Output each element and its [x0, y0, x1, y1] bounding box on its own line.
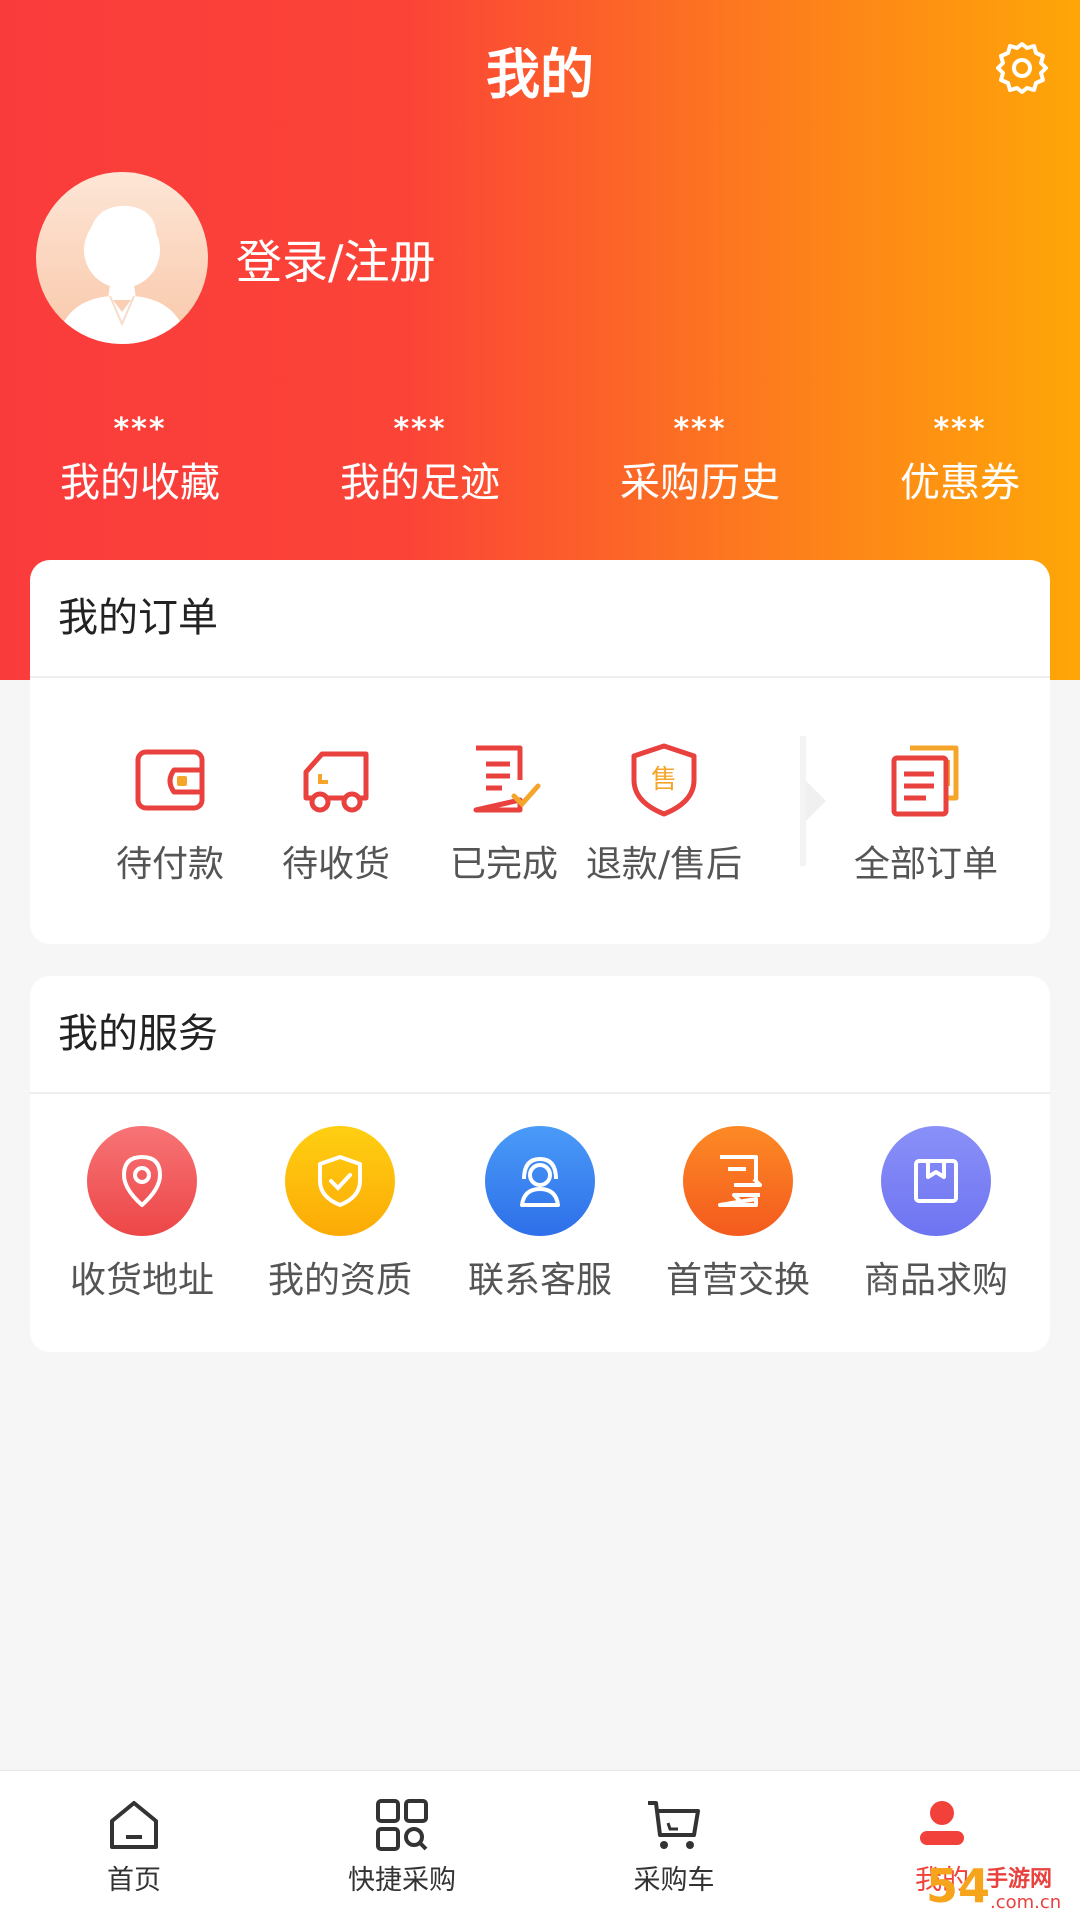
after-sale-shield-icon: 售: [631, 743, 697, 817]
avatar[interactable]: [36, 172, 208, 344]
tab-label: 快捷采购: [348, 1865, 456, 1896]
stat-value: ***: [393, 412, 447, 447]
order-label: 全部订单: [853, 844, 998, 885]
watermark-logo: 54 手游网 .com.cn: [926, 1859, 1061, 1913]
box-icon: [914, 1159, 958, 1203]
service-contact-support[interactable]: 联系客服: [440, 1126, 640, 1326]
service-icon-circle: [285, 1126, 395, 1236]
service-icon-circle: [485, 1126, 595, 1236]
login-register-link[interactable]: 登录/注册: [236, 232, 436, 292]
stat-coupons[interactable]: *** 优惠券: [850, 408, 1070, 514]
tab-quick-purchase[interactable]: 快捷采购: [302, 1771, 502, 1921]
settings-button[interactable]: [994, 40, 1050, 96]
wallet-icon: [135, 749, 205, 811]
service-icon-circle: [683, 1126, 793, 1236]
service-icon-circle: [87, 1126, 197, 1236]
my-orders-title: 我的订单: [30, 560, 1050, 678]
service-my-qualifications[interactable]: 我的资质: [240, 1126, 440, 1326]
stat-purchase-history[interactable]: *** 采购历史: [590, 408, 810, 514]
stat-favorites[interactable]: *** 我的收藏: [30, 408, 250, 514]
stats-row: *** 我的收藏 *** 我的足迹 *** 采购历史 *** 优惠券: [0, 408, 1080, 528]
page-title: 我的: [486, 43, 594, 106]
service-product-request[interactable]: 商品求购: [836, 1126, 1036, 1326]
user-icon: [920, 1801, 964, 1845]
stat-label: 我的足迹: [340, 460, 500, 506]
gear-icon: [996, 42, 1048, 94]
stat-value: ***: [673, 412, 727, 447]
order-refund-after-sale[interactable]: 售 退款/售后: [564, 680, 764, 930]
service-icon-circle: [881, 1126, 991, 1236]
truck-icon: [303, 751, 369, 813]
svg-text:.com.cn: .com.cn: [990, 1892, 1061, 1913]
stat-label: 优惠券: [900, 460, 1020, 506]
stat-label: 采购历史: [620, 460, 780, 506]
svg-text:手游网: 手游网: [986, 1866, 1052, 1892]
tab-label: 首页: [107, 1865, 161, 1896]
default-avatar-icon: [56, 205, 188, 344]
tab-purchase-cart[interactable]: 采购车: [574, 1771, 774, 1921]
completed-doc-icon: [473, 745, 541, 813]
customer-service-icon: [520, 1156, 560, 1207]
tab-label: 采购车: [633, 1865, 715, 1896]
service-shipping-address[interactable]: 收货地址: [42, 1126, 242, 1326]
exchange-doc-icon: [718, 1155, 762, 1207]
tab-home[interactable]: 首页: [34, 1771, 234, 1921]
cart-icon: [648, 1801, 700, 1849]
bottom-tab-bar: 首页 快捷采购 采购车 我的: [0, 1770, 1080, 1921]
stat-value: ***: [933, 412, 987, 447]
home-icon: [110, 1801, 158, 1849]
stat-value: ***: [113, 412, 167, 447]
my-services-card: 我的服务 收货地址 我的资质 联系客服 首营交换 商品求购: [30, 976, 1050, 1352]
shield-check-icon: [318, 1155, 362, 1207]
location-pin-icon: [122, 1155, 162, 1207]
order-all[interactable]: 全部订单: [826, 680, 1026, 930]
service-first-exchange[interactable]: 首营交换: [638, 1126, 838, 1326]
order-label: 退款/售后: [585, 844, 743, 885]
my-orders-card: 我的订单 待付款 待收货 已完成 售 退款/售后 全部订单: [30, 560, 1050, 944]
all-orders-icon: [891, 745, 959, 817]
service-label: 商品求购: [863, 1260, 1008, 1301]
my-services-title: 我的服务: [30, 976, 1050, 1094]
svg-text:54: 54: [926, 1859, 990, 1913]
qr-scan-icon: [376, 1799, 428, 1851]
stat-footprints[interactable]: *** 我的足迹: [310, 408, 530, 514]
stat-label: 我的收藏: [60, 460, 220, 506]
svg-text:售: 售: [651, 765, 677, 795]
